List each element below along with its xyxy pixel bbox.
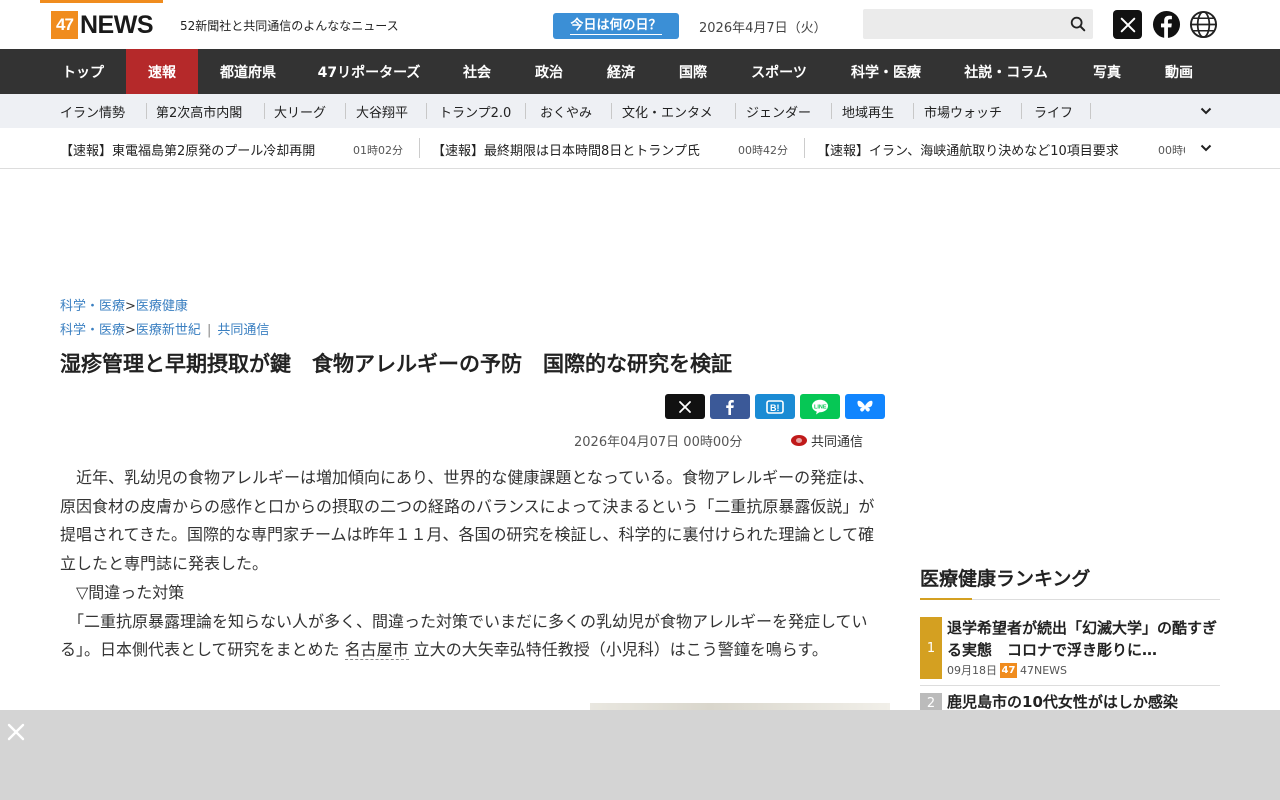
nav-item-4[interactable]: 社会 (440, 49, 514, 94)
nav-item-9[interactable]: 科学・医療 (830, 49, 942, 94)
ticker-headline-link[interactable]: 【速報】イラン、海峡通航取り決めなど10項目要求 (817, 140, 1119, 159)
article-subheading: ▽間違った対策 (60, 582, 185, 602)
breadcrumb-primary: 科学・医療>医療健康 (60, 299, 188, 314)
header-date: 2026年4月7日（火） (699, 21, 827, 36)
subnav-item-4[interactable]: トランプ2.0 (439, 94, 511, 128)
svg-text:LINE: LINE (814, 404, 827, 410)
nav-item-3[interactable]: 47リポーターズ (298, 49, 440, 94)
nav-item-0[interactable]: トップ (41, 49, 125, 94)
subnav-item-5[interactable]: おくやみ (540, 94, 592, 128)
keyword-link-nagoya[interactable]: 名古屋市 (344, 640, 409, 661)
ticker-expand-chevron-icon[interactable] (1199, 141, 1213, 155)
ticker-headline-link[interactable]: 【速報】東電福島第2原発のプール冷却再開 (60, 140, 315, 159)
search-box (863, 9, 1093, 39)
subnav-item-1[interactable]: 第2次高市内閣 (156, 94, 242, 128)
ticker-time: 01時02分 (353, 144, 403, 157)
ranking-title: 医療健康ランキング (920, 568, 1091, 590)
breadcrumb-subcategory-link[interactable]: 医療健康 (136, 299, 188, 314)
share-facebook-button[interactable] (710, 394, 750, 419)
svg-text:B!: B! (770, 403, 780, 413)
today-in-history-button[interactable]: 今日は何の日？ (553, 13, 679, 39)
breadcrumb-series-link[interactable]: 医療新世紀 (136, 323, 201, 338)
today-button-label: 今日は何の日？ (570, 17, 662, 35)
nav-item-7[interactable]: 国際 (658, 49, 728, 94)
chevron-down-icon[interactable] (1199, 104, 1213, 118)
subnav-item-8[interactable]: 地域再生 (842, 94, 894, 128)
bluesky-butterfly-icon (857, 400, 873, 412)
search-icon[interactable] (1069, 15, 1087, 33)
ranking-item-title[interactable]: 退学希望者が続出「幻滅大学」の酷すぎる実態 コロナで浮き彫りに… (947, 617, 1220, 661)
x-icon (679, 400, 691, 413)
nav-item-10[interactable]: 社説・コラム (942, 49, 1070, 94)
logo-number: 47 (51, 11, 78, 39)
ranking-accent-line (920, 598, 972, 600)
subnav-item-7[interactable]: ジェンダー (746, 94, 811, 128)
article-title: 湿疹管理と早期摂取が鍵 食物アレルギーの予防 国際的な研究を検証 (60, 352, 732, 376)
nav-item-12[interactable]: 動画 (1144, 49, 1214, 94)
site-header: 47 NEWS 52新聞社と共同通信のよんななニュース 今日は何の日？ 2026… (0, 0, 1280, 49)
article-body: 近年、乳幼児の食物アレルギーは増加傾向にあり、世界的な健康課題となっている。食物… (60, 464, 890, 665)
nav-item-6[interactable]: 経済 (584, 49, 658, 94)
subnav-item-2[interactable]: 大リーグ (274, 94, 326, 128)
close-icon[interactable] (6, 722, 26, 742)
site-tagline: 52新聞社と共同通信のよんななニュース (180, 19, 399, 33)
nav-item-2[interactable]: 都道府県 (198, 49, 298, 94)
share-x-button[interactable] (665, 394, 705, 419)
ticker-time: 00時42分 (738, 144, 788, 157)
hatena-bookmark-icon: B! (766, 399, 784, 414)
nav-item-11[interactable]: 写真 (1070, 49, 1144, 94)
share-bluesky-button[interactable] (845, 394, 885, 419)
breadcrumb-category-link[interactable]: 科学・医療 (60, 299, 125, 314)
search-input[interactable] (863, 9, 1053, 39)
share-hatena-button[interactable]: B! (755, 394, 795, 419)
breadcrumb-category-link[interactable]: 科学・医療 (60, 323, 125, 338)
subnav-item-3[interactable]: 大谷翔平 (356, 94, 408, 128)
nav-item-8[interactable]: スポーツ (728, 49, 830, 94)
kyodo-logo-icon (791, 435, 807, 446)
facebook-icon[interactable] (1152, 10, 1181, 39)
ranking-item-date: 09月18日 (947, 664, 997, 677)
ranking-47-logo: 47 (1000, 662, 1017, 678)
nav-item-5[interactable]: 政治 (514, 49, 584, 94)
article-paragraph: 「二重抗原暴露理論を知らない人が多く、間違った対策でいまだに多くの乳幼児が食物ア… (60, 611, 868, 661)
logo-word: NEWS (80, 10, 154, 39)
ticker-headline-link[interactable]: 【速報】最終期限は日本時間8日とトランプ氏 (432, 140, 700, 159)
rank-badge-1: 1 (920, 617, 942, 679)
main-navigation: トップ 速報 都道府県 47リポーターズ 社会 政治 経済 国際 スポーツ 科学・医療 社説・コラム… (0, 49, 1280, 94)
topic-subnav: イラン情勢 第2次高市内閣 大リーグ 大谷翔平 トランプ2.0 おくやみ 文化・エンタメ ジェ… (0, 94, 1280, 128)
breaking-news-ticker: 【速報】東電福島第2原発のプール冷却再開 01時02分 【速報】最終期限は日本時間8… (0, 128, 1280, 169)
article-publish-date: 2026年04月07日 00時00分 (574, 435, 743, 450)
breadcrumb-secondary: 科学・医療>医療新世紀 | 共同通信 (60, 323, 270, 338)
line-icon: LINE (812, 399, 828, 414)
subnav-item-10[interactable]: ライフ (1034, 94, 1073, 128)
logo-accent-bar (40, 0, 163, 3)
subnav-item-6[interactable]: 文化・エンタメ (622, 94, 713, 128)
subnav-item-9[interactable]: 市場ウォッチ (924, 94, 1002, 128)
globe-language-icon[interactable] (1189, 10, 1218, 39)
share-line-button[interactable]: LINE (800, 394, 840, 419)
subnav-item-0[interactable]: イラン情勢 (60, 94, 125, 128)
ranking-item-meta: 09月18日 47 47NEWS (947, 662, 1067, 678)
article-source-name: 共同通信 (811, 435, 864, 450)
article-source: 共同通信 (791, 431, 863, 450)
article-paragraph: 近年、乳幼児の食物アレルギーは増加傾向にあり、世界的な健康課題となっている。食物… (60, 468, 875, 574)
breadcrumb-source-link[interactable]: 共同通信 (217, 323, 269, 338)
nav-item-1[interactable]: 速報 (126, 49, 198, 94)
facebook-icon (726, 399, 734, 415)
ranking-item-source: 47NEWS (1020, 663, 1068, 677)
bottom-ad-overlay (0, 710, 1280, 800)
site-logo[interactable]: 47 NEWS (51, 10, 154, 39)
x-twitter-icon[interactable] (1113, 10, 1142, 39)
